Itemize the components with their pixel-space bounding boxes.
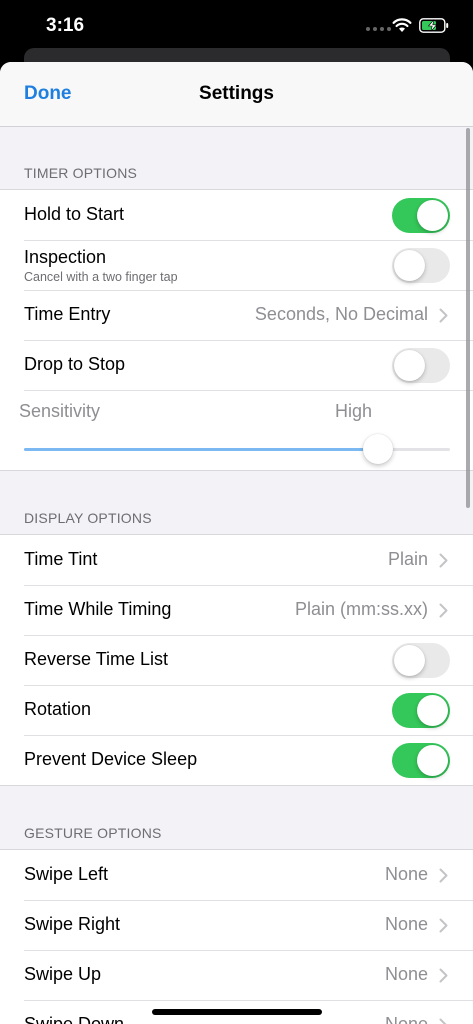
swipe-left-row[interactable]: Swipe Left None (0, 850, 473, 900)
chevron-right-icon (439, 308, 448, 323)
time-entry-row[interactable]: Time Entry Seconds, No Decimal (0, 290, 473, 340)
time-while-timing-label: Time While Timing (24, 599, 172, 619)
hold-to-start-row[interactable]: Hold to Start (0, 190, 473, 240)
swipe-left-label: Swipe Left (24, 864, 109, 884)
reverse-time-list-toggle[interactable] (392, 643, 450, 678)
prevent-device-sleep-label: Prevent Device Sleep (24, 749, 198, 769)
time-while-timing-row[interactable]: Time While Timing Plain (mm:ss.xx) (0, 585, 473, 635)
swipe-down-label: Swipe Down (24, 1014, 125, 1024)
drop-to-stop-toggle[interactable] (392, 348, 450, 383)
cellular-signal-icon (366, 27, 391, 31)
sensitivity-slider-thumb[interactable] (362, 434, 393, 464)
drop-to-stop-label: Drop to Stop (24, 354, 126, 374)
rotation-label: Rotation (24, 699, 92, 719)
swipe-down-value: None (384, 1014, 428, 1024)
page-title: Settings (199, 83, 274, 104)
chevron-right-icon (439, 968, 448, 983)
prevent-device-sleep-toggle[interactable] (392, 743, 450, 778)
time-entry-label: Time Entry (24, 304, 111, 324)
chevron-right-icon (439, 868, 448, 883)
rotation-row[interactable]: Rotation (0, 685, 473, 735)
rotation-toggle[interactable] (392, 693, 450, 728)
gesture-options-group: Swipe Left None Swipe Right None Swipe U… (0, 849, 473, 1024)
hold-to-start-label: Hold to Start (24, 204, 125, 224)
swipe-up-value: None (384, 964, 428, 984)
section-header-timer-options: TIMER OPTIONS (24, 165, 138, 181)
sensitivity-row: Sensitivity High (0, 390, 473, 470)
timer-options-group: Hold to Start Inspection Cancel with a t… (0, 189, 473, 471)
inspection-label: Inspection (24, 247, 107, 267)
status-bar: 3:16 (0, 0, 473, 52)
status-time: 3:16 (46, 15, 85, 36)
inspection-row[interactable]: Inspection Cancel with a two finger tap (0, 240, 473, 290)
swipe-right-label: Swipe Right (24, 914, 121, 934)
home-indicator[interactable] (152, 1009, 322, 1015)
swipe-left-value: None (384, 864, 428, 884)
sensitivity-label: Sensitivity (19, 401, 101, 421)
section-header-display-options: DISPLAY OPTIONS (24, 510, 152, 526)
chevron-right-icon (439, 553, 448, 568)
inspection-toggle[interactable] (392, 248, 450, 283)
chevron-right-icon (439, 1018, 447, 1024)
swipe-right-row[interactable]: Swipe Right None (0, 900, 473, 950)
wifi-icon (392, 18, 412, 32)
time-while-timing-value: Plain (mm:ss.xx) (294, 599, 428, 619)
reverse-time-list-label: Reverse Time List (24, 649, 169, 669)
time-tint-row[interactable]: Time Tint Plain (0, 535, 473, 585)
hold-to-start-toggle[interactable] (392, 198, 450, 233)
scrollbar[interactable] (466, 128, 470, 508)
drop-to-stop-row[interactable]: Drop to Stop (0, 340, 473, 390)
section-header-gesture-options: GESTURE OPTIONS (24, 825, 162, 841)
settings-sheet: Done Settings TIMER OPTIONS Hold to Star… (0, 62, 473, 1024)
swipe-up-label: Swipe Up (24, 964, 102, 984)
battery-charging-icon (419, 18, 449, 33)
swipe-right-value: None (384, 914, 428, 934)
inspection-sublabel: Cancel with a two finger tap (24, 270, 178, 284)
chevron-right-icon (439, 918, 448, 933)
swipe-up-row[interactable]: Swipe Up None (0, 950, 473, 1000)
sensitivity-value: High (335, 401, 373, 421)
time-tint-label: Time Tint (24, 549, 98, 569)
sensitivity-slider-fill (24, 448, 378, 451)
time-tint-value: Plain (387, 549, 428, 569)
chevron-right-icon (439, 603, 448, 618)
prevent-device-sleep-row[interactable]: Prevent Device Sleep (0, 735, 473, 785)
navigation-bar: Done Settings (0, 62, 473, 127)
reverse-time-list-row[interactable]: Reverse Time List (0, 635, 473, 685)
display-options-group: Time Tint Plain Time While Timing Plain … (0, 534, 473, 786)
time-entry-value: Seconds, No Decimal (254, 304, 428, 324)
